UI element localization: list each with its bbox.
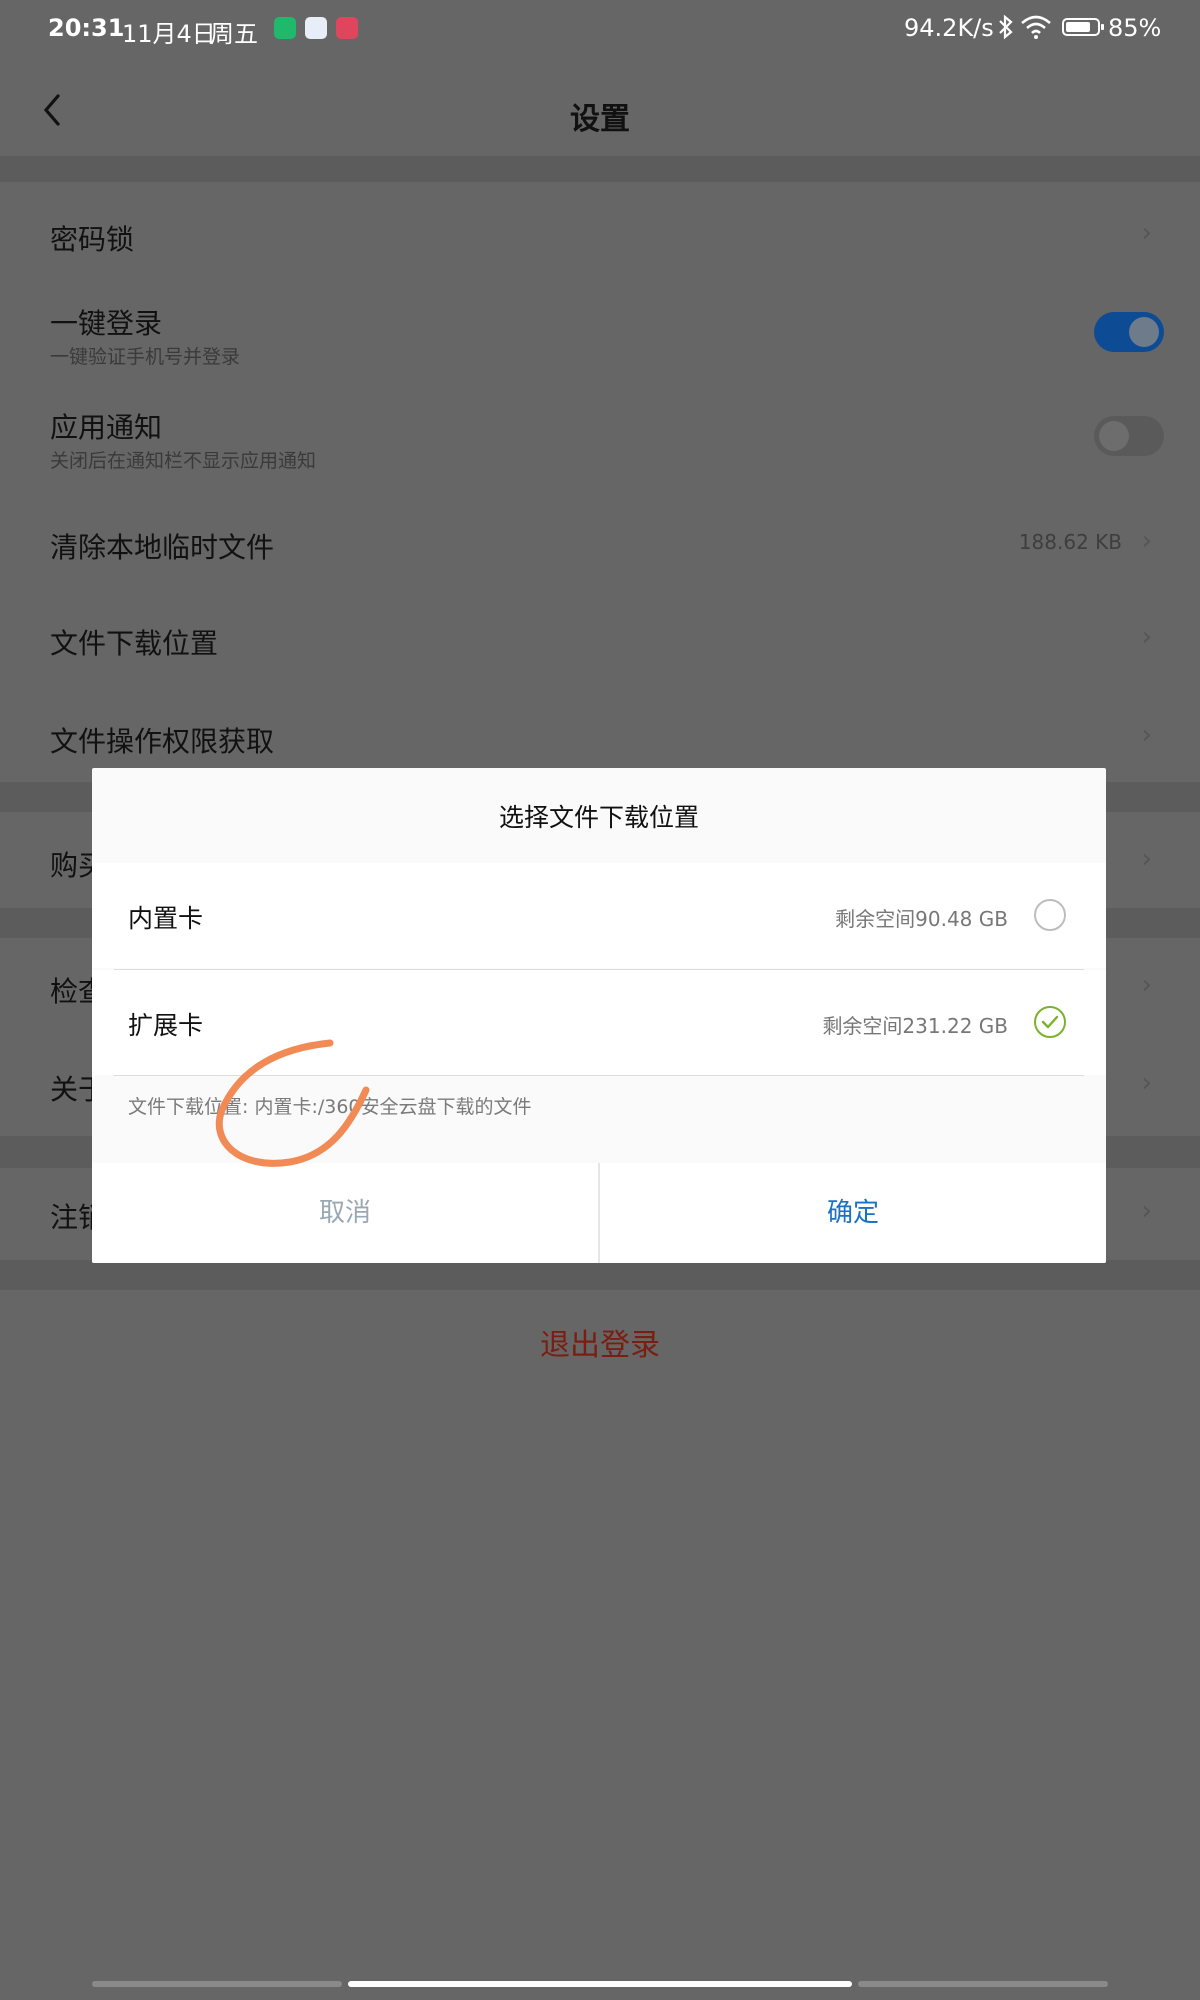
- nav-bar-left: [92, 1981, 342, 1987]
- home-gesture-indicator[interactable]: [348, 1981, 852, 1987]
- orange-scribble-annotation: [215, 1039, 370, 1167]
- nav-bar-right: [858, 1981, 1108, 1987]
